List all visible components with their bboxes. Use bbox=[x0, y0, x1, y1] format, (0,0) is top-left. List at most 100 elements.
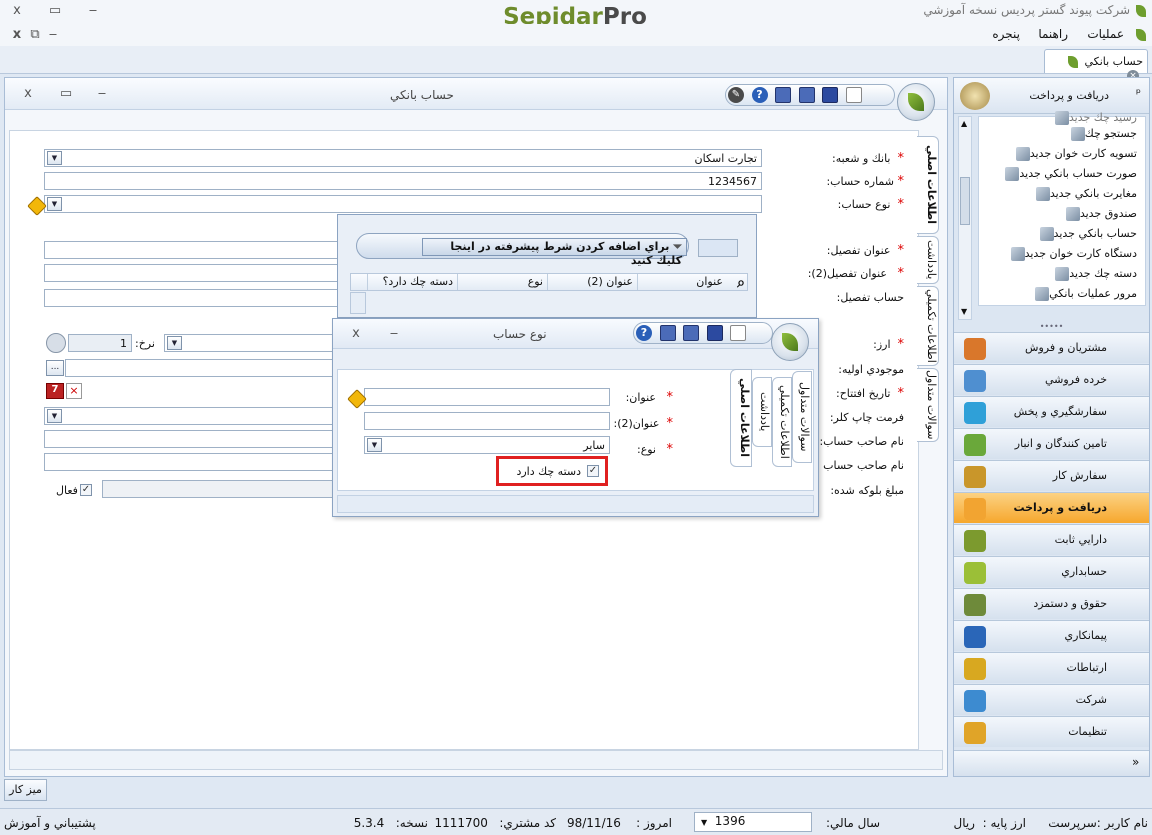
bank-branch-field[interactable]: تجارت اسكان bbox=[44, 149, 762, 167]
sidebar-subitem-card-settle[interactable]: تسويه كارت خوان جديد bbox=[1010, 147, 1137, 167]
blocked-amount-field[interactable] bbox=[102, 480, 344, 498]
menu-operations[interactable]: عمليات bbox=[1087, 27, 1124, 41]
sidebar-subitem-cash-box[interactable]: صندوق جديد bbox=[1060, 207, 1137, 227]
sidebar-nav-item[interactable]: خرده فروشي bbox=[954, 364, 1149, 395]
sidebar-nav-item[interactable]: سفارش كار bbox=[954, 460, 1149, 491]
initial-balance-field[interactable] bbox=[65, 359, 344, 377]
doc-restore-button[interactable]: ⧉ bbox=[26, 27, 44, 43]
sidebar-subitem-cheque-search[interactable]: جستجو چك bbox=[1065, 127, 1137, 147]
sidebar-subitem-card-reader[interactable]: دستگاه كارت خوان جديد bbox=[1005, 247, 1137, 267]
dialog-save-icon[interactable] bbox=[706, 325, 723, 341]
window-restore-button[interactable]: ▭ bbox=[57, 86, 75, 102]
dialog-new-icon[interactable] bbox=[730, 325, 746, 341]
window-close-button[interactable]: x bbox=[19, 86, 37, 102]
support-link[interactable]: پشتيباني و آموزش bbox=[4, 816, 96, 830]
vtab-notes[interactable]: يادداشت bbox=[917, 236, 939, 284]
print-format-field[interactable] bbox=[44, 407, 344, 425]
initial-balance-ellipsis-button[interactable]: ... bbox=[46, 360, 64, 376]
dialog-vtab-faq[interactable]: سوالات متداول bbox=[792, 371, 812, 463]
sidebar-nav-item[interactable]: دريافت و پرداخت bbox=[954, 492, 1149, 523]
bank-branch-dropdown[interactable]: ▼ bbox=[47, 151, 62, 165]
new-icon[interactable] bbox=[845, 87, 862, 103]
calendar-icon[interactable]: 7 bbox=[46, 383, 64, 399]
currency-field[interactable] bbox=[164, 334, 344, 352]
sidebar-more-button[interactable]: » bbox=[1132, 755, 1139, 769]
sidebar-nav-item[interactable]: دارايي ثابت bbox=[954, 524, 1149, 555]
doc-close-button[interactable]: x bbox=[8, 27, 26, 43]
search-icon[interactable]: ⌕ bbox=[737, 275, 745, 291]
dialog-vtab-main-info[interactable]: اطلاعات اصلي bbox=[730, 369, 752, 467]
detail-account-field[interactable] bbox=[44, 289, 344, 307]
app-minimize-button[interactable]: ‒ bbox=[84, 3, 102, 19]
dialog-title2-field[interactable] bbox=[364, 412, 610, 430]
scroll-up-icon[interactable]: ▲ bbox=[961, 119, 967, 128]
sidebar-nav-item[interactable]: شركت bbox=[954, 684, 1149, 715]
detail-title-field[interactable] bbox=[44, 241, 344, 259]
sidebar-nav-item[interactable]: سفارشگيري و پخش bbox=[954, 396, 1149, 427]
doc-minimize-button[interactable]: ‒ bbox=[44, 27, 62, 43]
column-type[interactable]: نوع bbox=[457, 274, 547, 290]
filter-hint-button[interactable]: ⏷ براي اضافه كردن شرط پيشرفته در اينجا ك… bbox=[422, 238, 687, 267]
dialog-help-icon[interactable]: ? bbox=[636, 325, 652, 341]
column-title2[interactable]: عنوان (2) bbox=[547, 274, 637, 290]
sidebar-nav-item[interactable]: تنظيمات bbox=[954, 716, 1149, 747]
dialog-vtab-extra-info[interactable]: اطلاعات تكميلي bbox=[772, 377, 792, 467]
active-checkbox[interactable]: ✓ bbox=[80, 484, 92, 496]
pin-icon[interactable]: ᵖ bbox=[1136, 86, 1141, 100]
account-number-field[interactable]: 1234567 bbox=[44, 172, 762, 190]
tab-bank-account[interactable]: حساب بانکي × bbox=[1044, 49, 1148, 82]
save-icon[interactable] bbox=[822, 87, 838, 103]
account-type-dropdown[interactable]: ▼ bbox=[47, 197, 62, 211]
sidebar-nav-item[interactable]: حقوق و دستمزد bbox=[954, 588, 1149, 619]
dialog-close-button[interactable]: x bbox=[347, 326, 365, 342]
sidebar-subitem-bank-account[interactable]: حساب بانکي جديد bbox=[1034, 227, 1137, 247]
scroll-down-icon[interactable]: ▼ bbox=[961, 307, 967, 316]
sidebar-nav-item[interactable]: حسابداري bbox=[954, 556, 1149, 587]
rate-refresh-icon[interactable] bbox=[46, 333, 66, 353]
owner-name-field[interactable] bbox=[44, 430, 344, 448]
currency-dropdown[interactable]: ▼ bbox=[167, 336, 182, 350]
dialog-type-field[interactable]: سایر bbox=[364, 436, 610, 454]
save-close-icon[interactable] bbox=[798, 87, 815, 103]
sidebar-subitem-bank-ops[interactable]: مرور عمليات بانکي bbox=[1029, 287, 1137, 307]
sidebar-subitem-checkbook[interactable]: دسته چك جديد bbox=[1049, 267, 1137, 287]
sidebar-subitem-bank-statement[interactable]: صورت حساب بانکي جديد bbox=[999, 167, 1137, 187]
sidebar-nav-item[interactable]: تامين كنندگان و انبار bbox=[954, 428, 1149, 459]
scroll-thumb[interactable] bbox=[960, 177, 970, 225]
detail-title2-field[interactable] bbox=[44, 264, 344, 282]
save-new-icon[interactable] bbox=[775, 87, 791, 103]
menu-help[interactable]: راهنما bbox=[1038, 27, 1068, 41]
fiscal-year-select[interactable]: ▼ 1396 bbox=[694, 812, 812, 832]
grid-search-field[interactable] bbox=[698, 239, 738, 257]
dialog-title-field[interactable] bbox=[364, 388, 610, 406]
vtab-faq[interactable]: سوالات متداول bbox=[917, 368, 939, 442]
desk-button[interactable]: ميز كار bbox=[4, 779, 47, 801]
dialog-type-dropdown[interactable]: ▼ bbox=[367, 438, 382, 452]
owner-name2-field[interactable] bbox=[44, 453, 344, 471]
grid-scrollbar[interactable] bbox=[350, 292, 366, 314]
sidebar-nav-item[interactable]: ارتباطات bbox=[954, 652, 1149, 683]
dialog-vtab-notes[interactable]: يادداشت bbox=[752, 377, 772, 447]
clear-date-icon[interactable]: × bbox=[66, 383, 82, 399]
help-icon[interactable]: ? bbox=[751, 87, 768, 103]
sidebar-nav-item[interactable]: مشتريان و فروش bbox=[954, 332, 1149, 363]
window-minimize-button[interactable]: ‒ bbox=[93, 86, 111, 102]
sidebar-nav-item[interactable]: پيمانكاري bbox=[954, 620, 1149, 651]
dialog-minimize-button[interactable]: ‒ bbox=[385, 326, 403, 342]
has-checkbook-checkbox[interactable]: ✓ bbox=[587, 465, 599, 477]
rate-field[interactable]: 1 bbox=[68, 334, 132, 352]
account-type-field[interactable] bbox=[44, 195, 762, 213]
menu-window[interactable]: پنجره bbox=[992, 27, 1020, 41]
vtab-extra-info[interactable]: اطلاعات تكميلي bbox=[917, 286, 939, 366]
dialog-save-close-icon[interactable] bbox=[683, 325, 699, 341]
sidebar-scrollbar[interactable]: ▲ ▼ bbox=[958, 116, 972, 320]
sidebar-splitter[interactable]: ••••• bbox=[954, 322, 1149, 332]
column-title[interactable]: عنوان bbox=[637, 274, 727, 290]
app-close-button[interactable]: x bbox=[8, 3, 26, 19]
tools-icon[interactable]: ✎ bbox=[728, 87, 744, 103]
sidebar-subitem-bank-reconcile[interactable]: مغايرت بانکي جديد bbox=[1030, 187, 1137, 207]
app-restore-button[interactable]: ▭ bbox=[46, 3, 64, 19]
vtab-main-info[interactable]: اطلاعات اصلي bbox=[917, 136, 939, 234]
column-has-checkbook[interactable]: دسته چك دارد؟ bbox=[367, 274, 457, 290]
dialog-save-new-icon[interactable] bbox=[659, 325, 676, 341]
